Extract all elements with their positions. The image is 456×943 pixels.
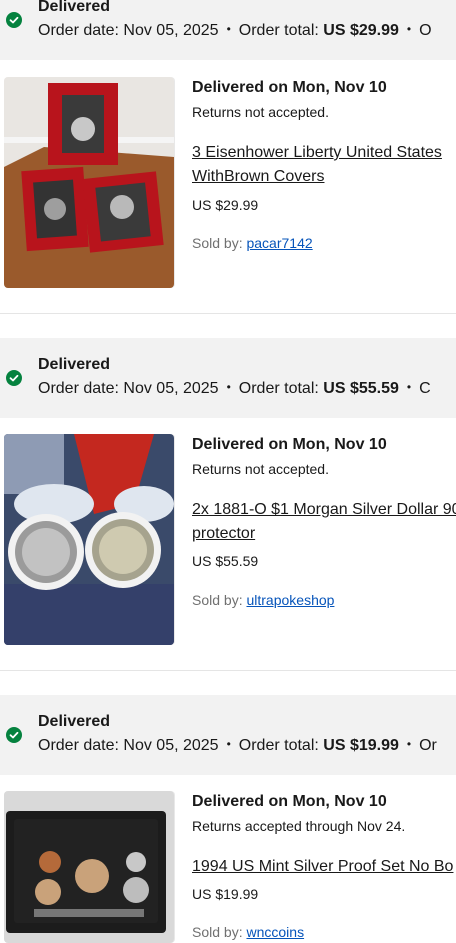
returns-policy: Returns not accepted. [192, 104, 329, 120]
item-price: US $55.59 [192, 553, 259, 569]
product-image[interactable] [4, 791, 174, 943]
order-date: Nov 05, 2025 [123, 380, 219, 397]
product-image[interactable] [4, 77, 174, 288]
order-header [0, 338, 456, 418]
item-title-line2: WithBrown Covers [192, 168, 325, 185]
delivery-date: Delivered on Mon, Nov 10 [192, 793, 387, 810]
returns-policy: Returns accepted through Nov 24. [192, 818, 406, 834]
order-meta: Order date: Nov 05, 2025 • Order total: US… [38, 22, 432, 40]
seller-link[interactable]: wnccoins [246, 924, 304, 940]
item-title-link[interactable]: 2x 1881-O $1 Morgan Silver Dollar 90 pro… [192, 498, 456, 546]
sold-by-label: Sold by: [192, 592, 243, 608]
delivered-check-icon [6, 12, 22, 28]
order-status: Delivered [38, 356, 111, 373]
separator-dot: • [406, 22, 412, 36]
sold-by: Sold by: wnccoins [192, 924, 304, 940]
order-meta-overflow: O [419, 22, 432, 39]
item-title-link[interactable]: 3 Eisenhower Liberty United States WithB… [192, 141, 456, 189]
separator-dot: • [226, 737, 231, 751]
separator-dot: • [406, 380, 412, 394]
separator-dot: • [406, 737, 412, 751]
delivery-date: Delivered on Mon, Nov 10 [192, 79, 387, 96]
order-meta: Order date: Nov 05, 2025 • Order total: US… [38, 380, 431, 398]
product-image[interactable] [4, 434, 174, 645]
order-total: US $55.59 [323, 380, 399, 397]
order-date: Nov 05, 2025 [123, 737, 219, 754]
order-date-label: Order date: [38, 737, 119, 754]
item-price: US $29.99 [192, 197, 259, 213]
item-title-line2: protector [192, 525, 256, 542]
delivery-date: Delivered on Mon, Nov 10 [192, 436, 387, 453]
returns-policy: Returns not accepted. [192, 461, 329, 477]
seller-link[interactable]: pacar7142 [246, 235, 312, 251]
item-title-line1: 3 Eisenhower Liberty United States [192, 144, 442, 161]
item-price: US $19.99 [192, 886, 259, 902]
separator-dot: • [226, 380, 231, 394]
order-total-label: Order total: [238, 737, 319, 754]
order-meta-overflow: Or [419, 737, 437, 754]
sold-by-label: Sold by: [192, 924, 243, 940]
seller-link[interactable]: ultrapokeshop [246, 592, 334, 608]
order-status: Delivered [38, 0, 111, 15]
order-date-label: Order date: [38, 380, 119, 397]
order-total: US $29.99 [323, 22, 399, 39]
item-title-link[interactable]: 1994 US Mint Silver Proof Set No Bo [192, 855, 456, 879]
order-total: US $19.99 [323, 737, 399, 754]
separator-dot: • [226, 22, 231, 36]
order-header [0, 695, 456, 775]
item-title-line1: 2x 1881-O $1 Morgan Silver Dollar 90 [192, 501, 456, 518]
order-meta: Order date: Nov 05, 2025 • Order total: US… [38, 737, 437, 755]
order-divider [0, 313, 456, 314]
order-total-label: Order total: [238, 22, 319, 39]
order-date: Nov 05, 2025 [123, 22, 219, 39]
item-title-line1: 1994 US Mint Silver Proof Set No Bo [192, 858, 454, 875]
delivered-check-icon [6, 370, 22, 386]
order-date-label: Order date: [38, 22, 119, 39]
sold-by: Sold by: pacar7142 [192, 235, 313, 251]
sold-by: Sold by: ultrapokeshop [192, 592, 334, 608]
order-total-label: Order total: [238, 380, 319, 397]
order-divider [0, 670, 456, 671]
sold-by-label: Sold by: [192, 235, 243, 251]
order-meta-overflow: C [419, 380, 431, 397]
delivered-check-icon [6, 727, 22, 743]
order-status: Delivered [38, 713, 111, 730]
